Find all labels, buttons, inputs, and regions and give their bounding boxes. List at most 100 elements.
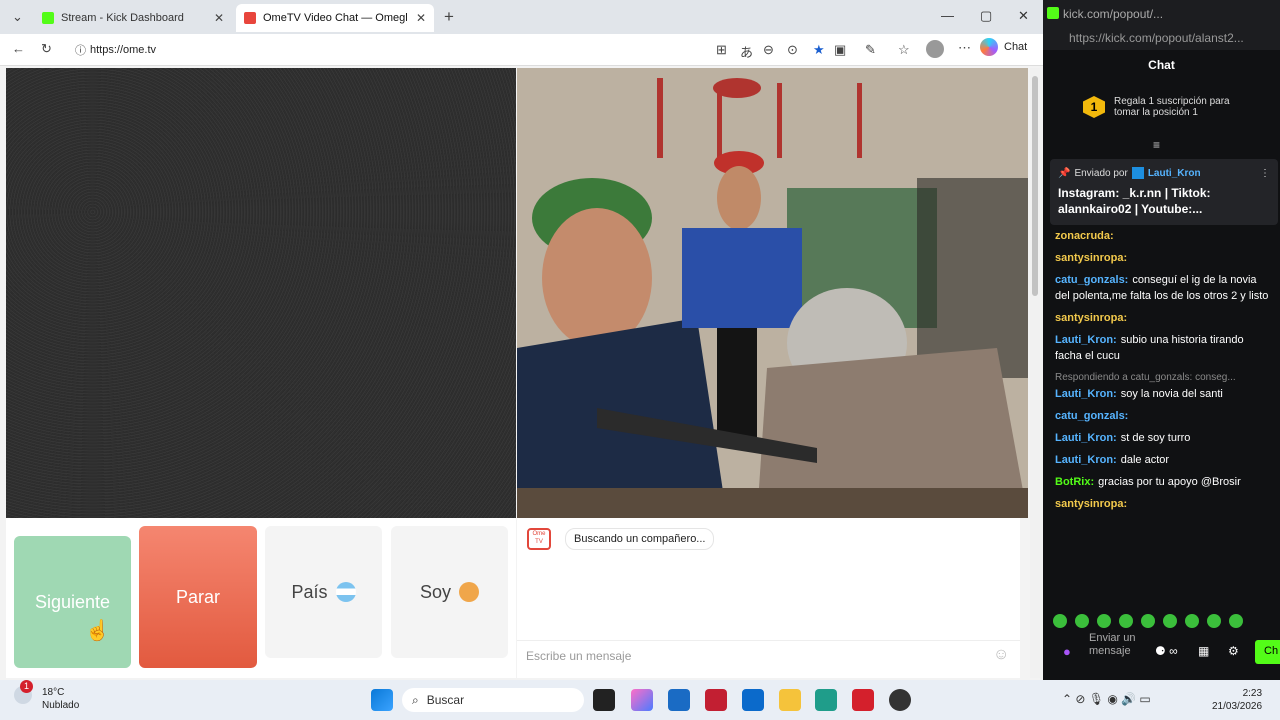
pinned-user[interactable]: Lauti_Kron bbox=[1148, 168, 1201, 179]
gear-icon[interactable]: ⚙ bbox=[1228, 644, 1239, 658]
controls-panel: Siguiente ☝ Parar País Soy bbox=[6, 518, 516, 678]
chat-username[interactable]: santysinropa: bbox=[1055, 498, 1127, 510]
address-bar: ← ↻ https://ome.tv ⓘ ⊞ あ ⊖ ⊙ ★ ▣ ✎ ☆ ⋯ bbox=[0, 34, 1043, 66]
chat-username[interactable]: santysinropa: bbox=[1055, 252, 1127, 264]
puzzle-icon[interactable]: ✎ bbox=[865, 42, 876, 58]
chat-message: santysinropa: bbox=[1055, 496, 1273, 512]
text-chat-panel: Ome TV Buscando un compañero... Escribe … bbox=[517, 518, 1020, 678]
weather-widget[interactable]: 1 18°C Nublado bbox=[14, 680, 79, 712]
copilot-button[interactable]: Chat bbox=[980, 38, 1027, 56]
collections-icon[interactable]: ☆ bbox=[898, 42, 910, 58]
translate-icon[interactable]: あ bbox=[740, 42, 753, 61]
store-icon[interactable]: ▦ bbox=[1198, 644, 1209, 658]
send-message-input[interactable]: Enviar un mensaje bbox=[1089, 632, 1137, 658]
maximize-icon[interactable]: ▢ bbox=[980, 8, 992, 24]
chat-username[interactable]: Lauti_Kron: bbox=[1055, 454, 1117, 466]
gift-sub-banner[interactable]: 1 Regala 1 suscripción para tomar la pos… bbox=[1083, 96, 1244, 118]
next-button[interactable]: Siguiente bbox=[14, 536, 131, 668]
tray-icons[interactable]: ⌃ ⊘ 🎙 ◉ 🔊 ▭ bbox=[1062, 692, 1151, 706]
pin-icon: 📌 bbox=[1058, 167, 1071, 179]
scrollbar-thumb[interactable] bbox=[1032, 76, 1038, 296]
local-video-static bbox=[6, 68, 516, 518]
emote-icon[interactable] bbox=[1207, 614, 1221, 628]
send-chat-button[interactable]: Ch bbox=[1255, 640, 1280, 664]
edge-icon[interactable] bbox=[815, 689, 837, 711]
zoom-icon[interactable]: ⊖ bbox=[763, 42, 774, 58]
filter-icon[interactable]: ≡ bbox=[1153, 138, 1160, 152]
mcafee-icon[interactable] bbox=[705, 689, 727, 711]
close-tab-icon[interactable]: ✕ bbox=[214, 11, 224, 25]
tab-menu-icon[interactable]: ⌄ bbox=[12, 9, 23, 25]
mic-icon[interactable]: ● bbox=[1063, 644, 1071, 659]
tab-label: OmeTV Video Chat — Omegl bbox=[263, 12, 408, 24]
emoji-icon[interactable]: ☺ bbox=[993, 646, 1009, 664]
chat-username[interactable]: Lauti_Kron: bbox=[1055, 334, 1117, 346]
emote-icon[interactable] bbox=[1097, 614, 1111, 628]
minimize-icon[interactable]: — bbox=[941, 8, 954, 23]
chat-username[interactable]: catu_gonzals: bbox=[1055, 410, 1128, 422]
chat-text: dale actor bbox=[1120, 454, 1170, 466]
country-label: País bbox=[291, 581, 328, 602]
copilot-app-icon[interactable] bbox=[631, 689, 653, 711]
emote-icon[interactable] bbox=[1229, 614, 1243, 628]
tab-bar: ⌄ Stream - Kick Dashboard ✕ OmeTV Video … bbox=[0, 0, 1043, 34]
kick-url-field: https://kick.com/popout/alanst2... bbox=[1043, 28, 1280, 50]
reload-icon[interactable]: ↻ bbox=[41, 41, 52, 57]
gender-button[interactable]: Soy bbox=[391, 526, 508, 658]
country-button[interactable]: País bbox=[265, 526, 382, 658]
chat-header: Chat bbox=[1148, 58, 1175, 72]
tab-ometv[interactable]: OmeTV Video Chat — Omegl ✕ bbox=[236, 4, 434, 32]
chat-username[interactable]: Lauti_Kron: bbox=[1055, 388, 1117, 400]
copilot-label: Chat bbox=[1004, 41, 1028, 53]
more-options-icon[interactable]: ⋯ bbox=[958, 40, 971, 56]
tab-kick-dashboard[interactable]: Stream - Kick Dashboard ✕ bbox=[34, 4, 232, 32]
pinned-prefix: Enviado por bbox=[1074, 167, 1128, 179]
status-bubble: Buscando un compañero... bbox=[565, 528, 715, 550]
extensions-icon[interactable]: ⊙ bbox=[787, 42, 798, 58]
taskbar-search[interactable]: ⌕ Buscar bbox=[402, 688, 584, 712]
back-icon[interactable]: ← bbox=[12, 41, 25, 56]
profile-avatar-icon[interactable] bbox=[926, 40, 944, 58]
settings-icons[interactable]: ⚈ ∞ bbox=[1155, 644, 1178, 658]
emote-icon[interactable] bbox=[1163, 614, 1177, 628]
chat-username[interactable]: BotRix: bbox=[1055, 476, 1094, 488]
chat-username[interactable]: zonacruda: bbox=[1055, 230, 1114, 242]
chat-username[interactable]: Lauti_Kron: bbox=[1055, 432, 1117, 444]
more-icon[interactable]: ⋮ bbox=[1260, 168, 1270, 179]
argentina-flag-icon bbox=[335, 582, 356, 602]
emote-bar bbox=[1053, 614, 1251, 628]
weather-badge: 1 bbox=[20, 680, 33, 693]
file-explorer-icon[interactable] bbox=[779, 689, 801, 711]
task-view-icon[interactable] bbox=[593, 689, 615, 711]
camera-icon[interactable]: ▣ bbox=[834, 42, 846, 58]
url-field[interactable]: https://ome.tv bbox=[66, 38, 706, 62]
l-app-icon[interactable] bbox=[852, 689, 874, 711]
emote-icon[interactable] bbox=[1185, 614, 1199, 628]
page-scrollbar[interactable] bbox=[1030, 68, 1040, 678]
stop-label: Parar bbox=[175, 586, 220, 607]
site-info-icon[interactable]: ⓘ bbox=[75, 42, 86, 58]
chat-username[interactable]: santysinropa: bbox=[1055, 312, 1127, 324]
search-label: Buscar bbox=[426, 693, 465, 707]
message-input[interactable]: Escribe un mensaje bbox=[517, 640, 1020, 670]
app-icon[interactable]: ⊞ bbox=[716, 42, 727, 58]
tab-label: Stream - Kick Dashboard bbox=[61, 12, 184, 24]
chat-username[interactable]: catu_gonzals: bbox=[1055, 274, 1128, 286]
cloud-icon: 1 bbox=[14, 680, 33, 704]
stop-button[interactable]: Parar bbox=[139, 526, 257, 668]
new-tab-icon[interactable]: + bbox=[444, 7, 454, 27]
clock-time: 2:23 bbox=[1242, 688, 1263, 699]
store-app-icon[interactable] bbox=[668, 689, 690, 711]
close-window-icon[interactable]: ✕ bbox=[1018, 8, 1029, 24]
windows-start-icon[interactable] bbox=[371, 689, 393, 711]
emote-icon[interactable] bbox=[1075, 614, 1089, 628]
kick-chat-window: kick.com/popout/... https://kick.com/pop… bbox=[1043, 0, 1280, 680]
obs-icon[interactable] bbox=[889, 689, 911, 711]
favorite-star-icon[interactable]: ★ bbox=[813, 42, 825, 58]
close-tab-icon[interactable]: ✕ bbox=[416, 11, 426, 25]
clock[interactable]: 2:23 21/03/2026 bbox=[1212, 687, 1262, 713]
emote-icon[interactable] bbox=[1119, 614, 1133, 628]
emote-icon[interactable] bbox=[1141, 614, 1155, 628]
emote-icon[interactable] bbox=[1053, 614, 1067, 628]
outlook-icon[interactable] bbox=[742, 689, 764, 711]
